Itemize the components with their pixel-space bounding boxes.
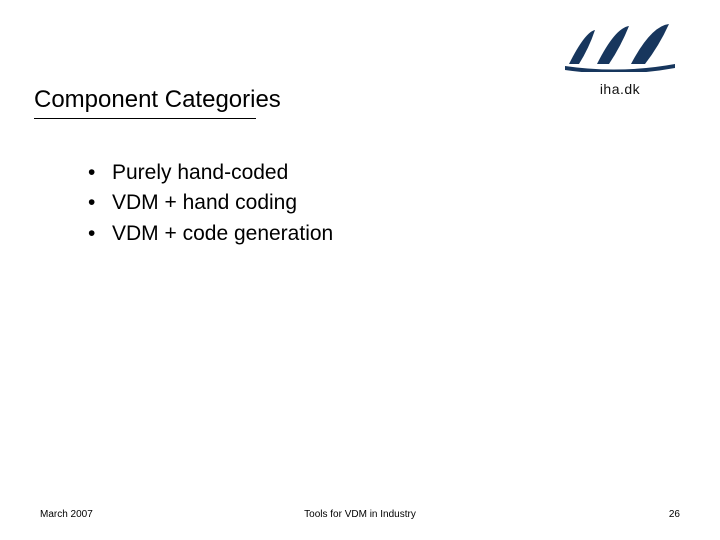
slide-title: Component Categories	[34, 86, 281, 114]
logo-text: iha.dk	[560, 81, 680, 97]
page-number: 26	[669, 509, 680, 520]
list-item: VDM + code generation	[88, 219, 333, 249]
logo: iha.dk	[560, 24, 680, 97]
slide: iha.dk Component Categories Purely hand-…	[0, 0, 720, 540]
list-item: Purely hand-coded	[88, 158, 333, 188]
title-underline	[34, 118, 256, 119]
bullet-list: Purely hand-coded VDM + hand coding VDM …	[88, 158, 333, 249]
sails-icon	[565, 24, 675, 72]
footer-title: Tools for VDM in Industry	[0, 509, 720, 520]
list-item: VDM + hand coding	[88, 188, 333, 218]
